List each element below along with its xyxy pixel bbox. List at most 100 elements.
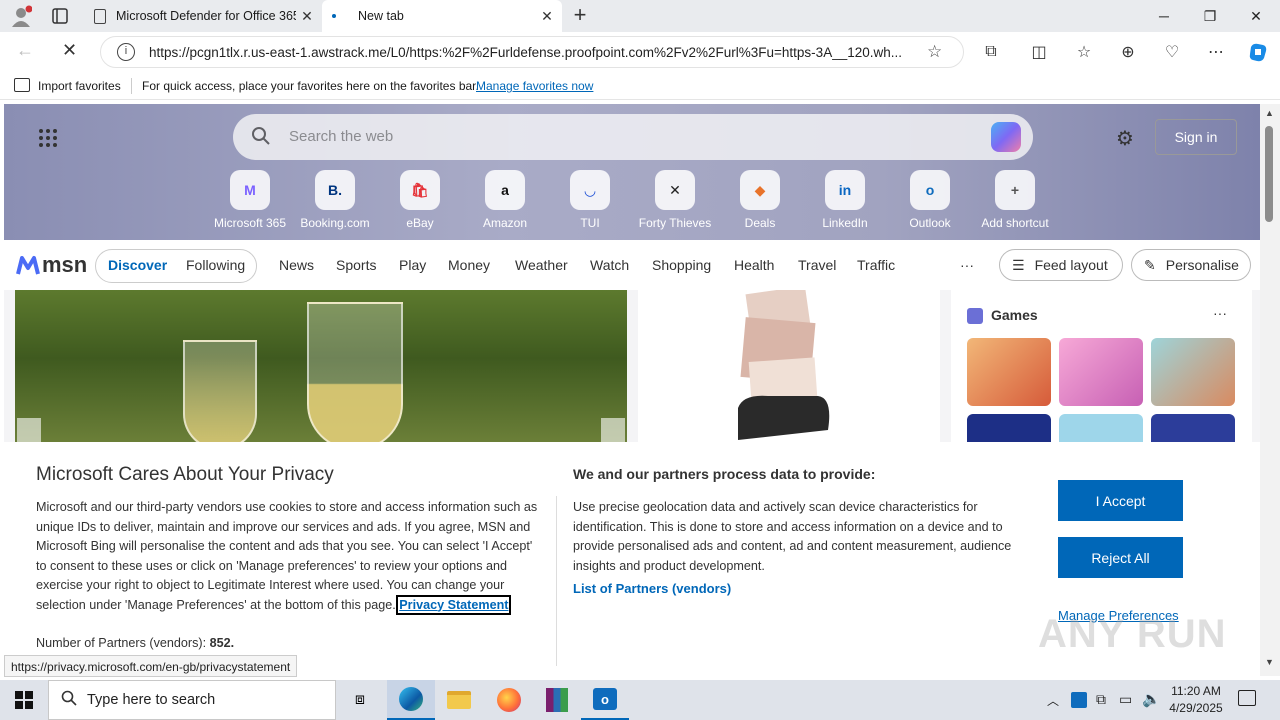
settings-icon[interactable]: ⚙ (1116, 126, 1134, 151)
extensions-icon[interactable]: ⧉ (979, 40, 1003, 64)
page-scrollbar[interactable]: ▲ ▼ (1260, 104, 1280, 676)
news-card[interactable] (638, 286, 940, 442)
stop-loading-icon[interactable]: ✕ (62, 40, 77, 61)
scroll-up-icon[interactable]: ▲ (1265, 108, 1274, 118)
start-button[interactable] (0, 680, 48, 720)
game-tile[interactable] (1151, 414, 1235, 442)
scroll-thumb[interactable] (1265, 126, 1273, 222)
game-tile[interactable] (967, 338, 1051, 406)
restore-icon[interactable]: ❐ (1187, 0, 1233, 32)
reject-all-button[interactable]: Reject All (1058, 537, 1183, 578)
personalise-button[interactable]: ✎ Personalise (1131, 249, 1251, 281)
site-info-icon[interactable]: i (117, 43, 135, 61)
performance-icon[interactable]: ♡ (1160, 40, 1184, 64)
tab-actions-icon[interactable] (50, 6, 70, 26)
windows-logo-icon (15, 691, 33, 709)
import-favorites-button[interactable]: Import favorites (38, 79, 121, 93)
game-tile[interactable] (1059, 338, 1143, 406)
nav-watch[interactable]: Watch (590, 257, 629, 273)
shortcut-tile[interactable]: M Microsoft 365 (208, 170, 292, 230)
profile-icon[interactable] (10, 5, 33, 27)
nav-traffic[interactable]: Traffic (857, 257, 895, 273)
nav-more-icon[interactable]: ··· (960, 257, 974, 273)
shortcut-tile[interactable]: ✕ Forty Thieves (633, 170, 717, 230)
shortcut-tile[interactable]: ◆ Deals (718, 170, 802, 230)
volume-icon[interactable]: 🔈 (1142, 690, 1161, 708)
game-tile[interactable] (1059, 414, 1143, 442)
privacy-statement-link[interactable]: Privacy Statement (396, 594, 512, 615)
nav-shopping[interactable]: Shopping (652, 257, 711, 273)
split-screen-icon[interactable]: ◫ (1027, 40, 1051, 64)
nav-travel[interactable]: Travel (798, 257, 836, 273)
game-tile[interactable] (1151, 338, 1235, 406)
show-hidden-icons[interactable]: ︿ (1047, 692, 1059, 709)
file-explorer-icon[interactable] (435, 680, 483, 720)
favbar-divider (131, 78, 132, 94)
privacy-divider (556, 496, 557, 666)
carousel-prev-icon[interactable] (17, 418, 41, 442)
hero-card-image[interactable] (15, 290, 627, 442)
nav-health[interactable]: Health (734, 257, 774, 273)
tab-discover[interactable]: Discover (108, 257, 167, 273)
game-tile[interactable] (967, 414, 1051, 442)
favorites-icon[interactable]: ☆ (1072, 40, 1096, 64)
games-more-icon[interactable]: ··· (1213, 305, 1227, 321)
carousel-next-icon[interactable] (601, 418, 625, 442)
minimize-icon[interactable]: ─ (1141, 0, 1187, 32)
more-menu-icon[interactable]: ⋯ (1204, 40, 1228, 64)
address-bar[interactable]: i https://pcgn1tlx.r.us-east-1.awstrack.… (100, 36, 964, 68)
search-box[interactable]: Search the web (233, 114, 1033, 160)
nav-news[interactable]: News (279, 257, 314, 273)
tab-new-tab[interactable]: New tab ✕ (322, 0, 562, 32)
winrar-icon[interactable] (533, 680, 581, 720)
msn-butterfly-icon (16, 256, 40, 275)
back-icon[interactable]: ← (16, 40, 34, 61)
shortcut-tile[interactable]: B. Booking.com (293, 170, 377, 230)
notifications-icon[interactable] (1238, 690, 1256, 706)
collections-icon[interactable]: ⊕ (1116, 40, 1140, 64)
shortcut-tile[interactable]: in LinkedIn (803, 170, 887, 230)
tab-defender[interactable]: Microsoft Defender for Office 365 ✕ (84, 0, 322, 32)
manage-favorites-link[interactable]: Manage favorites now (476, 79, 593, 93)
taskbar-search[interactable]: Type here to search (48, 680, 336, 720)
right-title: We and our partners process data to prov… (573, 466, 876, 482)
shortcut-tile[interactable]: o Outlook (888, 170, 972, 230)
personalise-label: Personalise (1165, 257, 1239, 273)
sign-in-button[interactable]: Sign in (1155, 119, 1237, 155)
games-title: Games (991, 307, 1038, 323)
shortcut-tile[interactable]: 🛍 eBay (378, 170, 462, 230)
shortcut-label: eBay (406, 216, 434, 230)
close-window-icon[interactable]: ✕ (1233, 0, 1279, 32)
close-tab-icon[interactable]: ✕ (540, 9, 554, 23)
favorite-star-icon[interactable]: ☆ (927, 42, 942, 62)
accept-button[interactable]: I Accept (1058, 480, 1183, 521)
edge-taskbar-icon[interactable] (387, 680, 435, 720)
tab-following[interactable]: Following (186, 257, 245, 273)
outlook-tray-icon[interactable] (1071, 692, 1087, 708)
new-tab-icon[interactable]: + (569, 4, 591, 26)
feed-layout-button[interactable]: ☰ Feed layout (999, 249, 1123, 281)
nav-sports[interactable]: Sports (336, 257, 376, 273)
clock[interactable]: 11:20 AM 4/29/2025 (1166, 683, 1226, 717)
close-tab-icon[interactable]: ✕ (300, 9, 314, 23)
nav-play[interactable]: Play (399, 257, 426, 273)
shortcut-tile[interactable]: ◡ TUI (548, 170, 632, 230)
copilot-search-icon[interactable] (991, 122, 1021, 152)
outlook-taskbar-icon[interactable]: o (581, 680, 629, 720)
apps-launcher-icon[interactable] (38, 128, 58, 148)
msn-logo[interactable]: msn (16, 252, 87, 278)
firefox-icon[interactable] (485, 680, 533, 720)
privacy-title: Microsoft Cares About Your Privacy (36, 464, 334, 485)
scroll-down-icon[interactable]: ▼ (1265, 657, 1274, 667)
shortcut-label: Add shortcut (981, 216, 1049, 230)
nav-weather[interactable]: Weather (515, 257, 568, 273)
meet-tray-icon[interactable]: ⧉ (1096, 691, 1106, 708)
shortcut-tile[interactable]: a Amazon (463, 170, 547, 230)
nav-money[interactable]: Money (448, 257, 490, 273)
shortcut-tile[interactable]: + Add shortcut (973, 170, 1057, 230)
network-icon[interactable]: ▭ (1119, 691, 1132, 708)
shortcut-icon: M (230, 170, 270, 210)
copilot-icon[interactable] (1246, 40, 1270, 64)
partners-list-link[interactable]: List of Partners (vendors) (573, 581, 731, 596)
task-view-icon[interactable]: ⧈ (336, 680, 384, 720)
